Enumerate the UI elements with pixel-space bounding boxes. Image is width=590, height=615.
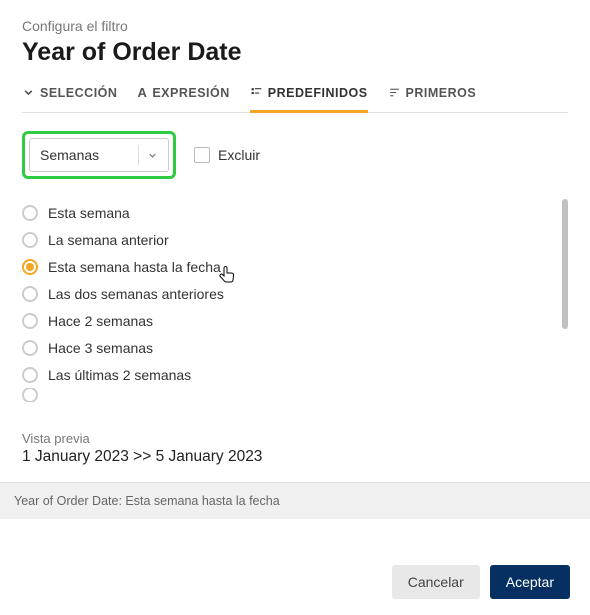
preset-icon [250, 86, 263, 99]
radio-icon [22, 313, 38, 329]
chevron-down-icon [147, 150, 158, 161]
radio-icon [22, 259, 38, 275]
radio-icon [22, 205, 38, 221]
exclude-label: Excluir [218, 147, 260, 163]
dialog-footer: Cancelar Aceptar [0, 549, 590, 615]
option-label: La semana anterior [48, 232, 169, 248]
radio-icon [22, 286, 38, 302]
option-label: Esta semana [48, 205, 130, 221]
dialog-subtitle: Configura el filtro [22, 18, 568, 34]
tab-bar: SELECCIÓN A EXPRESIÓN PREDEFINIDOS PRIME… [22, 85, 568, 113]
page-title: Year of Order Date [22, 38, 568, 67]
dropdown-value: Semanas [40, 147, 134, 163]
radio-icon [22, 388, 38, 402]
option-esta-semana[interactable]: Esta semana [22, 199, 556, 226]
option-label: Las dos semanas anteriores [48, 286, 224, 302]
tab-label: EXPRESIÓN [152, 86, 229, 100]
accept-button[interactable]: Aceptar [490, 565, 570, 599]
option-hace-2-semanas[interactable]: Hace 2 semanas [22, 307, 556, 334]
radio-icon [22, 340, 38, 356]
scrollbar-thumb[interactable] [562, 199, 568, 329]
tab-label: SELECCIÓN [40, 86, 117, 100]
preview-value: 1 January 2023 >> 5 January 2023 [22, 448, 568, 466]
summary-bar: Year of Order Date: Esta semana hasta la… [0, 482, 590, 519]
chevron-down-icon [22, 86, 35, 99]
tab-seleccion[interactable]: SELECCIÓN [22, 85, 117, 113]
option-semana-anterior[interactable]: La semana anterior [22, 226, 556, 253]
tab-primeros[interactable]: PRIMEROS [388, 85, 477, 113]
period-dropdown[interactable]: Semanas [29, 138, 169, 172]
option-hace-3-semanas[interactable]: Hace 3 semanas [22, 334, 556, 361]
cancel-button[interactable]: Cancelar [392, 565, 480, 599]
options-list: Esta semana La semana anterior Esta sema… [22, 199, 556, 402]
divider [138, 145, 139, 165]
option-dos-semanas-anteriores[interactable]: Las dos semanas anteriores [22, 280, 556, 307]
highlight-box: Semanas [22, 131, 176, 179]
option-label: Esta semana hasta la fecha [48, 259, 221, 275]
option-label: Hace 2 semanas [48, 313, 153, 329]
option-label: Hace 3 semanas [48, 340, 153, 356]
tab-label: PREDEFINIDOS [268, 86, 368, 100]
preview-label: Vista previa [22, 431, 568, 446]
sort-icon [388, 86, 401, 99]
option-esta-semana-hasta-fecha[interactable]: Esta semana hasta la fecha [22, 253, 556, 280]
option-ultimas-2-semanas[interactable]: Las últimas 2 semanas [22, 361, 556, 388]
exclude-checkbox[interactable] [194, 147, 210, 163]
exclude-checkbox-wrap[interactable]: Excluir [194, 147, 260, 163]
option-partial[interactable] [22, 388, 556, 402]
radio-icon [22, 232, 38, 248]
letter-a-icon: A [137, 85, 147, 100]
tab-label: PRIMEROS [406, 86, 477, 100]
radio-icon [22, 367, 38, 383]
option-label: Las últimas 2 semanas [48, 367, 191, 383]
tab-predefinidos[interactable]: PREDEFINIDOS [250, 85, 368, 113]
scrollbar[interactable] [562, 199, 568, 409]
tab-expresion[interactable]: A EXPRESIÓN [137, 85, 229, 113]
